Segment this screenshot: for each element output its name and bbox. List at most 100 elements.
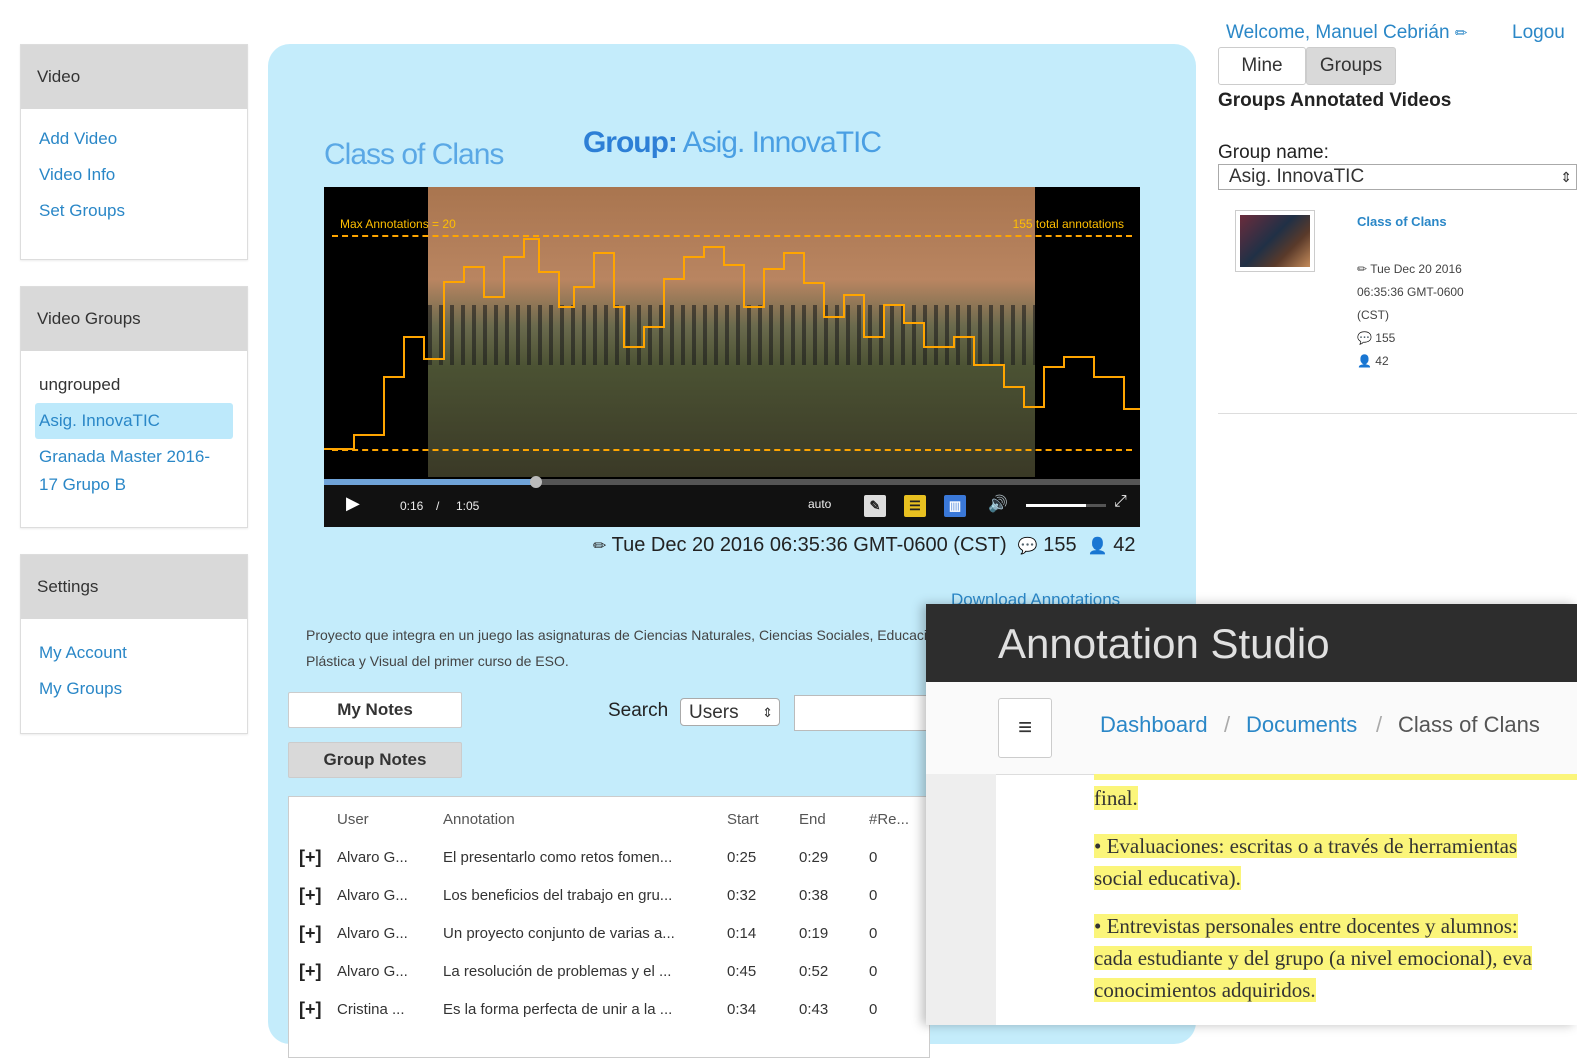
table-row[interactable]: [+] Alvaro G... Los beneficios del traba… (289, 879, 929, 917)
studio-header: Annotation Studio (926, 604, 1577, 682)
doc-line[interactable]: final. (1094, 786, 1138, 810)
table-row[interactable]: [+] Alvaro G... Un proyecto conjunto de … (289, 917, 929, 955)
doc-line[interactable]: conocimientos adquiridos. (1094, 978, 1316, 1002)
group-name-select-value: Asig. InnovaTIC (1229, 166, 1365, 187)
row-replies: 0 (869, 925, 878, 942)
row-replies: 0 (869, 887, 878, 904)
search-input[interactable] (794, 695, 934, 731)
table-row[interactable]: [+] Alvaro G... La resolución de problem… (289, 955, 929, 993)
row-start: 0:25 (727, 849, 757, 866)
sidebar-video-panel: Video Add Video Video Info Set Groups (20, 44, 248, 260)
sidebar-group-granada-master[interactable]: Granada Master 2016- (35, 439, 233, 469)
search-field-select[interactable]: Users ⇕ (680, 698, 780, 726)
video-date: Tue Dec 20 2016 06:35:36 GMT-0600 (CST) (611, 534, 1007, 556)
tab-groups[interactable]: Groups (1306, 47, 1396, 85)
breadcrumb-dashboard[interactable]: Dashboard (1100, 712, 1208, 738)
sidebar-group-asig-innovatic[interactable]: Asig. InnovaTIC (35, 403, 233, 439)
col-header-start[interactable]: Start (727, 811, 759, 828)
play-icon[interactable]: ▶ (346, 493, 360, 514)
row-start: 0:34 (727, 1001, 757, 1018)
video-player[interactable]: Max Annotations = 20 155 total annotatio… (324, 187, 1140, 527)
sidebar-link-set-groups[interactable]: Set Groups (35, 193, 233, 229)
group-title-name: Asig. InnovaTIC (682, 126, 882, 159)
studio-title: Annotation Studio (998, 620, 1330, 667)
col-header-end[interactable]: End (799, 811, 826, 828)
breadcrumb-documents[interactable]: Documents (1246, 712, 1357, 738)
logout-link[interactable]: Logou (1512, 22, 1565, 44)
annotation-density-graph (324, 238, 1140, 450)
search-field-value: Users (689, 702, 739, 723)
tab-group-notes[interactable]: Group Notes (288, 742, 462, 778)
date-pencil-icon: ✏ (1357, 262, 1368, 276)
row-end: 0:52 (799, 963, 829, 980)
doc-line[interactable]: • Evaluaciones: escritas o a través de h… (1094, 834, 1518, 858)
edit-annotation-icon[interactable]: ✎ (864, 495, 886, 517)
edit-profile-icon[interactable]: ✏ (1455, 25, 1468, 42)
video-title: Class of Clans (324, 138, 504, 171)
volume-slider[interactable] (1026, 504, 1106, 507)
sidebar-link-add-video[interactable]: Add Video (35, 121, 233, 157)
sidebar-settings-panel: Settings My Account My Groups (20, 554, 248, 734)
sidebar-link-video-info[interactable]: Video Info (35, 157, 233, 193)
expand-row-button[interactable]: [+] (299, 923, 322, 944)
video-annotation-count: 155 (1043, 534, 1077, 556)
video-controls: ▶ 0:16 / 1:05 auto ✎ ☰ ▥ 🔊 ⤢ (324, 476, 1140, 527)
expand-row-button[interactable]: [+] (299, 961, 322, 982)
row-user: Alvaro G... (337, 849, 408, 866)
annotations-bubble-icon: 💬 (1357, 331, 1372, 345)
sidebar-group-granada-master-line2[interactable]: 17 Grupo B (35, 469, 233, 503)
studio-document[interactable]: final. • Evaluaciones: escritas o a trav… (1094, 774, 1577, 1025)
video-card-title-link[interactable]: Class of Clans (1357, 214, 1447, 229)
users-icon: 👤 (1357, 354, 1372, 368)
breadcrumb-separator: / (1224, 712, 1231, 737)
video-user-count: 42 (1113, 534, 1136, 556)
video-card-meta: ✏ Tue Dec 20 2016 06:35:36 GMT-0600 (CST… (1357, 258, 1517, 373)
row-annotation: Los beneficios del trabajo en gru... (443, 887, 673, 904)
video-progress-bar[interactable] (324, 476, 1140, 488)
volume-slider-fill (1026, 504, 1086, 507)
annotations-list-icon[interactable]: ☰ (904, 495, 926, 517)
col-header-annotation[interactable]: Annotation (443, 811, 515, 828)
group-name-select[interactable]: Asig. InnovaTIC ⇕ (1218, 164, 1577, 190)
studio-nav-bar: ≡ Dashboard / Documents / Class of Clans (926, 682, 1577, 775)
statistics-chart-icon[interactable]: ▥ (944, 495, 966, 517)
highlight-strip (1094, 774, 1577, 780)
table-row[interactable]: [+] Alvaro G... El presentarlo como reto… (289, 841, 929, 879)
row-replies: 0 (869, 849, 878, 866)
time-total: 1:05 (456, 499, 480, 513)
table-row[interactable]: [+] Cristina ... Es la forma perfecta de… (289, 993, 929, 1031)
volume-icon[interactable]: 🔊 (988, 494, 1008, 514)
doc-line[interactable]: social educativa). (1094, 866, 1241, 890)
doc-line[interactable]: cada estudiante y del grupo (a nivel emo… (1094, 946, 1532, 970)
sidebar-video-heading: Video (21, 45, 247, 109)
row-end: 0:38 (799, 887, 829, 904)
col-header-replies[interactable]: #Re... (869, 811, 909, 828)
video-progress-handle[interactable] (530, 476, 543, 488)
row-annotation: La resolución de problemas y el ... (443, 963, 672, 980)
row-replies: 0 (869, 963, 878, 980)
sidebar-link-my-account[interactable]: My Account (35, 635, 233, 671)
welcome-text: Welcome, Manuel Cebrián (1226, 22, 1450, 43)
row-user: Alvaro G... (337, 925, 408, 942)
row-user: Alvaro G... (337, 887, 408, 904)
doc-line[interactable]: • Entrevistas personales entre docentes … (1094, 914, 1518, 938)
expand-row-button[interactable]: [+] (299, 847, 322, 868)
sidebar-link-my-groups[interactable]: My Groups (35, 671, 233, 707)
col-header-user[interactable]: User (337, 811, 369, 828)
quality-selector[interactable]: auto (808, 497, 831, 511)
fullscreen-icon[interactable]: ⤢ (1114, 493, 1127, 511)
tab-mine[interactable]: Mine (1218, 47, 1306, 85)
row-annotation: El presentarlo como retos fomen... (443, 849, 673, 866)
row-replies: 0 (869, 1001, 878, 1018)
video-description: Proyecto que integra en un juego las asi… (306, 627, 943, 669)
welcome-user-link[interactable]: Welcome, Manuel Cebrián ✏ (1226, 22, 1467, 44)
hamburger-menu-icon[interactable]: ≡ (998, 698, 1052, 758)
expand-row-button[interactable]: [+] (299, 885, 322, 906)
tab-my-notes[interactable]: My Notes (288, 692, 462, 728)
sidebar-group-ungrouped[interactable]: ungrouped (35, 367, 233, 403)
group-notes-table: User Annotation Start End #Re... [+] Alv… (288, 796, 930, 1058)
expand-row-button[interactable]: [+] (299, 999, 322, 1020)
video-thumbnail[interactable] (1235, 210, 1315, 272)
date-pencil-icon: ✏ (593, 538, 607, 555)
groups-annotated-videos-heading: Groups Annotated Videos (1218, 90, 1452, 111)
